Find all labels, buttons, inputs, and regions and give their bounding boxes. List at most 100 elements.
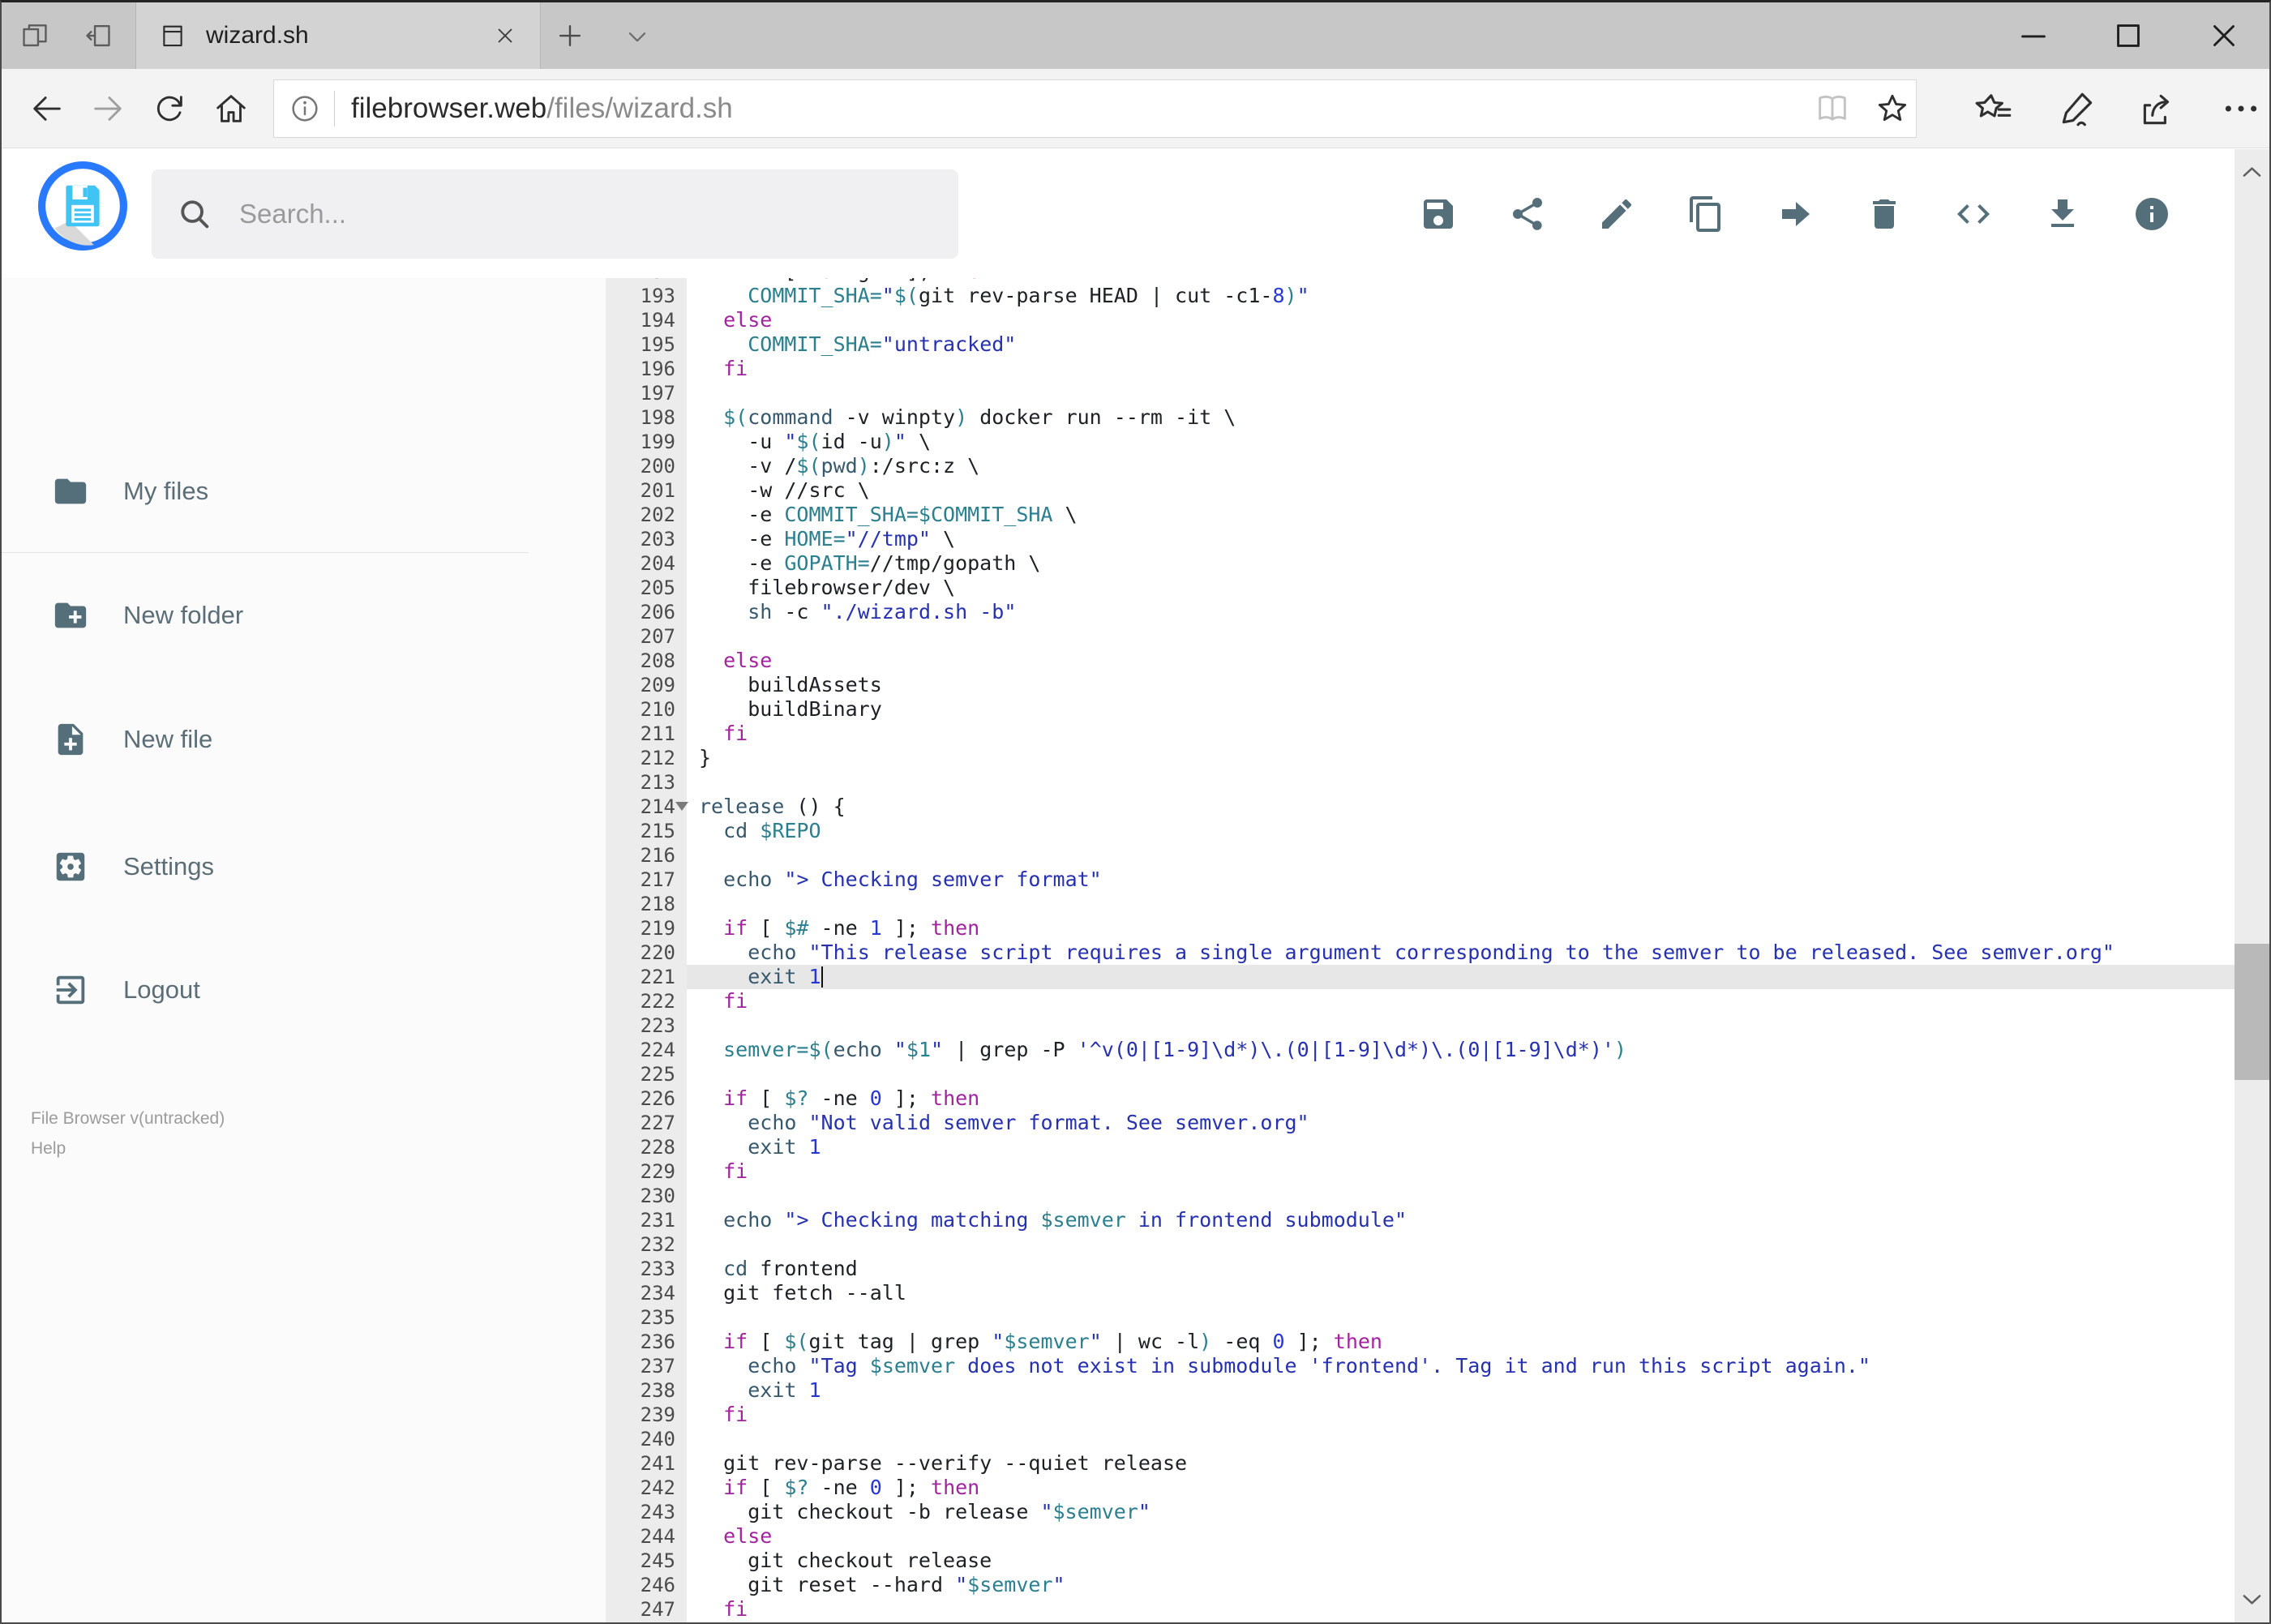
code-line-209[interactable]: buildAssets — [687, 673, 2235, 697]
code-line-226[interactable]: if [ $? -ne 0 ]; then — [687, 1086, 2235, 1111]
sidebar-item-my-files[interactable]: My files — [2, 447, 606, 536]
minimize-button[interactable] — [2015, 17, 2052, 54]
code-line-242[interactable]: if [ $? -ne 0 ]; then — [687, 1476, 2235, 1500]
code-line-196[interactable]: fi — [687, 357, 2235, 381]
scrollbar-thumb[interactable] — [2235, 944, 2269, 1080]
code-line-229[interactable]: fi — [687, 1159, 2235, 1184]
tab-dropdown-icon[interactable] — [623, 22, 652, 51]
address-bar[interactable]: filebrowser.web/files/wizard.sh — [273, 79, 1917, 138]
home-button[interactable] — [212, 90, 250, 127]
code-line-247[interactable]: fi — [687, 1597, 2235, 1622]
favorites-hub-icon[interactable] — [1974, 88, 2015, 129]
code-line-198[interactable]: $(command -v winpty) docker run --rm -it… — [687, 405, 2235, 430]
back-button[interactable] — [28, 90, 66, 127]
code-line-238[interactable]: exit 1 — [687, 1378, 2235, 1403]
forward-button[interactable] — [89, 90, 126, 127]
url-text[interactable]: filebrowser.web/files/wizard.sh — [351, 92, 1814, 125]
code-line-220[interactable]: echo "This release script requires a sin… — [687, 941, 2235, 965]
raw-view-icon[interactable] — [1954, 195, 1993, 234]
edit-icon[interactable] — [1597, 195, 1636, 234]
copy-icon[interactable] — [1686, 195, 1725, 234]
code-line-200[interactable]: -v /$(pwd):/src:z \ — [687, 454, 2235, 478]
code-line-246[interactable]: git reset --hard "$semver" — [687, 1573, 2235, 1597]
code-editor[interactable]: 1921931941951961971981992002012022032042… — [606, 278, 2235, 1622]
move-icon[interactable] — [1776, 195, 1815, 234]
code-line-244[interactable]: else — [687, 1524, 2235, 1549]
code-line-243[interactable]: git checkout -b release "$semver" — [687, 1500, 2235, 1524]
favorite-star-icon[interactable] — [1874, 90, 1911, 127]
code-line-222[interactable]: fi — [687, 989, 2235, 1013]
code-line-216[interactable] — [687, 843, 2235, 868]
fold-arrow-icon[interactable] — [675, 802, 688, 811]
help-link[interactable]: Help — [31, 1133, 225, 1163]
tab-close-icon[interactable] — [493, 24, 517, 48]
delete-icon[interactable] — [1865, 195, 1904, 234]
save-icon[interactable] — [1419, 195, 1458, 234]
code-line-240[interactable] — [687, 1427, 2235, 1451]
code-line-233[interactable]: cd frontend — [687, 1257, 2235, 1281]
search-input[interactable] — [238, 198, 934, 230]
code-line-215[interactable]: cd $REPO — [687, 819, 2235, 843]
code-line-208[interactable]: else — [687, 649, 2235, 673]
code-line-199[interactable]: -u "$(id -u)" \ — [687, 430, 2235, 454]
code-line-237[interactable]: echo "Tag $semver does not exist in subm… — [687, 1354, 2235, 1378]
code-line-223[interactable] — [687, 1013, 2235, 1038]
more-options-icon[interactable] — [2221, 88, 2261, 129]
code-line-219[interactable]: if [ $# -ne 1 ]; then — [687, 916, 2235, 941]
new-tab-button[interactable] — [555, 20, 585, 51]
sidebar-item-new-file[interactable]: New file — [2, 695, 606, 784]
close-button[interactable] — [2205, 17, 2243, 54]
code-line-204[interactable]: -e GOPATH=//tmp/gopath \ — [687, 551, 2235, 576]
code-line-234[interactable]: git fetch --all — [687, 1281, 2235, 1305]
file-browser-logo[interactable] — [38, 161, 127, 251]
sidebar-item-settings[interactable]: Settings — [2, 822, 606, 911]
code-line-211[interactable]: fi — [687, 722, 2235, 746]
code-line-230[interactable] — [687, 1184, 2235, 1208]
code-line-193[interactable]: COMMIT_SHA="$(git rev-parse HEAD | cut -… — [687, 284, 2235, 308]
site-info-icon[interactable] — [289, 92, 321, 125]
sidebar-item-new-folder[interactable]: New folder — [2, 571, 606, 660]
code-line-231[interactable]: echo "> Checking matching $semver in fro… — [687, 1208, 2235, 1232]
code-line-239[interactable]: fi — [687, 1403, 2235, 1427]
scroll-down-icon[interactable] — [2239, 1586, 2265, 1613]
code-line-236[interactable]: if [ $(git tag | grep "$semver" | wc -l)… — [687, 1330, 2235, 1354]
code-line-245[interactable]: git checkout release — [687, 1549, 2235, 1573]
code-line-203[interactable]: -e HOME="//tmp" \ — [687, 527, 2235, 551]
tab-preview-icon[interactable] — [19, 20, 50, 51]
refresh-button[interactable] — [151, 90, 188, 127]
sidebar-item-logout[interactable]: Logout — [2, 945, 606, 1035]
code-line-201[interactable]: -w //src \ — [687, 478, 2235, 503]
code-line-217[interactable]: echo "> Checking semver format" — [687, 868, 2235, 892]
code-line-202[interactable]: -e COMMIT_SHA=$COMMIT_SHA \ — [687, 503, 2235, 527]
code-line-228[interactable]: exit 1 — [687, 1135, 2235, 1159]
info-icon[interactable] — [2132, 195, 2171, 234]
code-line-241[interactable]: git rev-parse --verify --quiet release — [687, 1451, 2235, 1476]
code-line-224[interactable]: semver=$(echo "$1" | grep -P '^v(0|[1-9]… — [687, 1038, 2235, 1062]
code-line-205[interactable]: filebrowser/dev \ — [687, 576, 2235, 600]
share-icon[interactable] — [2137, 88, 2178, 129]
code-line-213[interactable] — [687, 770, 2235, 795]
maximize-button[interactable] — [2110, 17, 2147, 54]
code-line-207[interactable] — [687, 624, 2235, 649]
share-icon[interactable] — [1508, 195, 1547, 234]
code-line-225[interactable] — [687, 1062, 2235, 1086]
editor-code-area[interactable]: if [ -d .git ]; then COMMIT_SHA="$(git r… — [675, 278, 2235, 1622]
browser-tab[interactable]: wizard.sh — [135, 2, 541, 69]
scroll-up-icon[interactable] — [2239, 159, 2265, 186]
code-line-195[interactable]: COMMIT_SHA="untracked" — [687, 332, 2235, 357]
page-scrollbar[interactable] — [2235, 149, 2269, 1622]
web-note-pen-icon[interactable] — [2058, 88, 2098, 129]
code-line-197[interactable] — [687, 381, 2235, 405]
code-line-227[interactable]: echo "Not valid semver format. See semve… — [687, 1111, 2235, 1135]
code-line-232[interactable] — [687, 1232, 2235, 1257]
code-line-214[interactable]: release () { — [675, 795, 2235, 819]
reading-view-icon[interactable] — [1814, 90, 1851, 127]
tabs-aside-icon[interactable] — [83, 20, 114, 51]
code-line-192[interactable]: if [ -d .git ]; then — [687, 278, 2235, 284]
download-icon[interactable] — [2043, 195, 2082, 234]
code-line-235[interactable] — [687, 1305, 2235, 1330]
code-line-212[interactable]: } — [687, 746, 2235, 770]
code-line-218[interactable] — [687, 892, 2235, 916]
search-box[interactable] — [152, 169, 958, 259]
code-line-206[interactable]: sh -c "./wizard.sh -b" — [687, 600, 2235, 624]
